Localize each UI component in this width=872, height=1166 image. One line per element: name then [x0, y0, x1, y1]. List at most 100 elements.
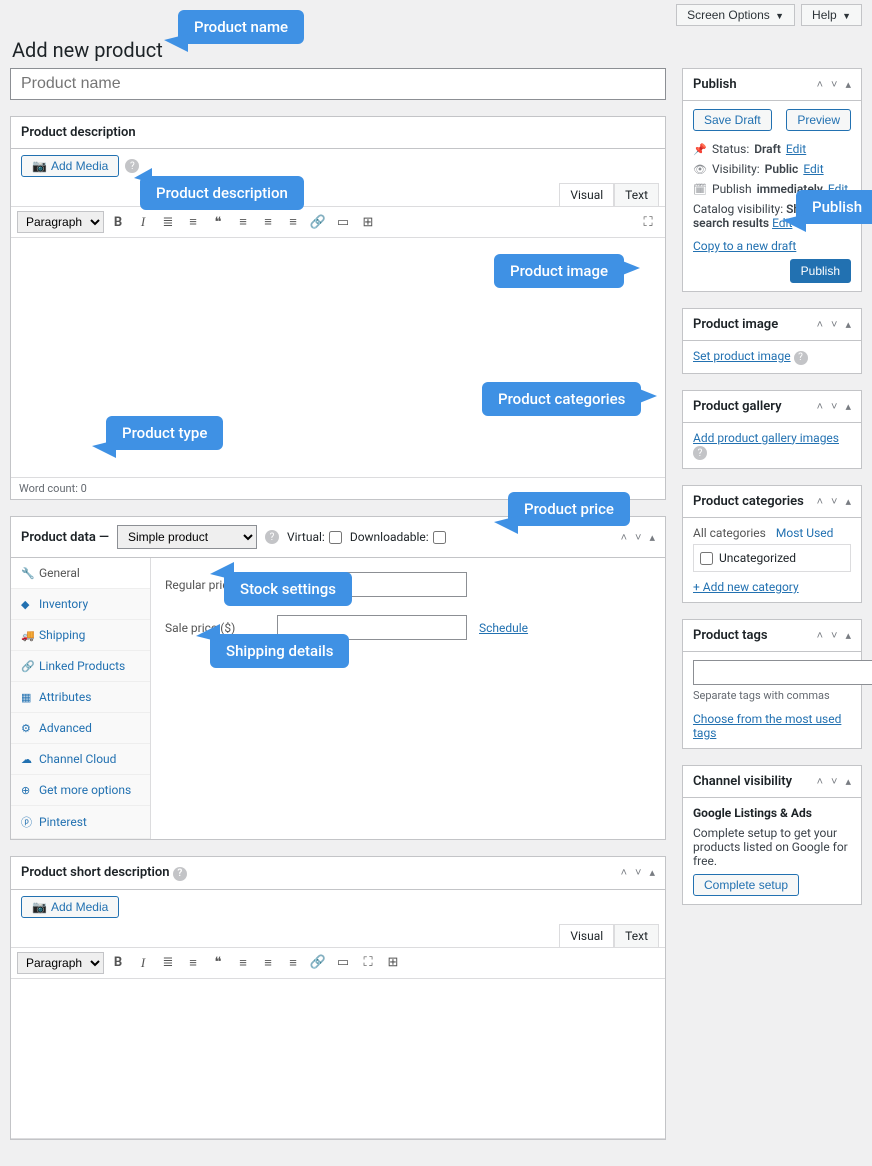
collapse-icon[interactable]: ˄ — [817, 629, 823, 642]
add-media-button-short[interactable]: 📷Add Media — [21, 896, 119, 918]
help-button[interactable]: Help ▼ — [801, 4, 862, 26]
help-icon[interactable]: ? — [125, 159, 139, 173]
downloadable-checkbox[interactable] — [433, 531, 446, 544]
move-up-icon[interactable]: ▴ — [649, 866, 655, 879]
more-icon[interactable]: ▭ — [332, 952, 354, 974]
fullscreen-icon[interactable]: ⛶ — [357, 952, 379, 974]
move-up-icon[interactable]: ▴ — [845, 629, 851, 642]
text-tab[interactable]: Text — [614, 183, 659, 206]
preview-button[interactable]: Preview — [786, 109, 851, 131]
edit-publish-link[interactable]: Edit — [828, 182, 848, 196]
visual-tab-short[interactable]: Visual — [559, 924, 614, 947]
visual-tab[interactable]: Visual — [559, 183, 614, 206]
bold-icon[interactable]: B — [107, 211, 129, 233]
move-down-icon[interactable]: ˅ — [831, 775, 837, 788]
align-center-icon[interactable]: ≡ — [257, 211, 279, 233]
tab-more-options[interactable]: ⊕Get more options — [11, 775, 150, 806]
short-description-title: Product short description ? — [21, 865, 187, 881]
move-down-icon[interactable]: ˅ — [831, 495, 837, 508]
save-draft-button[interactable]: Save Draft — [693, 109, 772, 131]
collapse-icon[interactable]: ˄ — [621, 531, 627, 544]
tab-attributes[interactable]: ▦Attributes — [11, 682, 150, 713]
copy-draft-link[interactable]: Copy to a new draft — [693, 239, 796, 253]
tab-general[interactable]: 🔧General — [11, 558, 150, 589]
screen-options-button[interactable]: Screen Options ▼ — [676, 4, 795, 26]
toolbar-toggle-icon[interactable]: ⊞ — [382, 952, 404, 974]
paragraph-select[interactable]: Paragraph — [17, 211, 104, 233]
move-down-icon[interactable]: ˅ — [831, 629, 837, 642]
tab-advanced[interactable]: ⚙Advanced — [11, 713, 150, 744]
collapse-icon[interactable]: ˄ — [621, 866, 627, 879]
all-categories-tab[interactable]: All categories — [693, 526, 766, 540]
choose-tags-link[interactable]: Choose from the most used tags — [693, 712, 841, 740]
move-down-icon[interactable]: ˅ — [831, 78, 837, 91]
align-right-icon[interactable]: ≡ — [282, 211, 304, 233]
publish-button[interactable]: Publish — [790, 259, 851, 283]
align-left-icon[interactable]: ≡ — [232, 211, 254, 233]
product-name-input[interactable] — [10, 68, 666, 100]
move-up-icon[interactable]: ▴ — [845, 318, 851, 331]
product-type-select[interactable]: Simple product — [117, 525, 257, 549]
collapse-icon[interactable]: ˄ — [817, 495, 823, 508]
collapse-icon[interactable]: ˄ — [817, 400, 823, 413]
edit-catalog-link[interactable]: Edit — [772, 216, 792, 230]
most-used-tab[interactable]: Most Used — [776, 526, 834, 540]
tab-inventory[interactable]: ◆Inventory — [11, 589, 150, 620]
collapse-icon[interactable]: ˄ — [817, 318, 823, 331]
edit-status-link[interactable]: Edit — [786, 142, 806, 156]
short-description-editor[interactable] — [11, 979, 665, 1139]
virtual-checkbox[interactable] — [329, 531, 342, 544]
italic-icon[interactable]: I — [132, 211, 154, 233]
bullet-list-icon[interactable]: ≣ — [157, 211, 179, 233]
move-down-icon[interactable]: ˅ — [635, 531, 641, 544]
more-icon[interactable]: ▭ — [332, 211, 354, 233]
add-media-button[interactable]: 📷Add Media — [21, 155, 119, 177]
move-down-icon[interactable]: ˅ — [635, 866, 641, 879]
help-icon[interactable]: ? — [693, 446, 707, 460]
move-up-icon[interactable]: ▴ — [845, 495, 851, 508]
collapse-icon[interactable]: ˄ — [817, 775, 823, 788]
align-left-icon[interactable]: ≡ — [232, 952, 254, 974]
link-icon[interactable]: 🔗 — [307, 952, 329, 974]
description-editor[interactable] — [11, 238, 665, 478]
tab-linked[interactable]: 🔗Linked Products — [11, 651, 150, 682]
number-list-icon[interactable]: ≡ — [182, 952, 204, 974]
word-count: Word count: 0 — [11, 478, 665, 499]
edit-visibility-link[interactable]: Edit — [803, 162, 823, 176]
regular-price-input[interactable] — [277, 572, 467, 597]
add-gallery-link[interactable]: Add product gallery images — [693, 431, 839, 445]
set-product-image-link[interactable]: Set product image — [693, 349, 791, 363]
align-center-icon[interactable]: ≡ — [257, 952, 279, 974]
move-down-icon[interactable]: ˅ — [831, 400, 837, 413]
tab-shipping[interactable]: 🚚Shipping — [11, 620, 150, 651]
schedule-link[interactable]: Schedule — [479, 621, 528, 635]
number-list-icon[interactable]: ≡ — [182, 211, 204, 233]
paragraph-select-short[interactable]: Paragraph — [17, 952, 104, 974]
link-icon[interactable]: 🔗 — [307, 211, 329, 233]
move-up-icon[interactable]: ▴ — [845, 78, 851, 91]
category-uncategorized[interactable]: Uncategorized — [700, 551, 844, 565]
help-icon[interactable]: ? — [173, 867, 187, 881]
tab-pinterest[interactable]: ⓟPinterest — [11, 806, 150, 839]
toolbar-toggle-icon[interactable]: ⊞ — [357, 211, 379, 233]
tab-channel-cloud[interactable]: ☁Channel Cloud — [11, 744, 150, 775]
add-new-category-link[interactable]: + Add new category — [693, 580, 799, 594]
fullscreen-icon[interactable]: ⛶ — [637, 211, 659, 233]
quote-icon[interactable]: ❝ — [207, 952, 229, 974]
bold-icon[interactable]: B — [107, 952, 129, 974]
sale-price-input[interactable] — [277, 615, 467, 640]
italic-icon[interactable]: I — [132, 952, 154, 974]
move-down-icon[interactable]: ˅ — [831, 318, 837, 331]
complete-setup-button[interactable]: Complete setup — [693, 874, 799, 896]
move-up-icon[interactable]: ▴ — [649, 531, 655, 544]
tag-input[interactable] — [693, 660, 872, 685]
help-icon[interactable]: ? — [265, 530, 279, 544]
quote-icon[interactable]: ❝ — [207, 211, 229, 233]
text-tab-short[interactable]: Text — [614, 924, 659, 947]
move-up-icon[interactable]: ▴ — [845, 400, 851, 413]
align-right-icon[interactable]: ≡ — [282, 952, 304, 974]
move-up-icon[interactable]: ▴ — [845, 775, 851, 788]
bullet-list-icon[interactable]: ≣ — [157, 952, 179, 974]
help-icon[interactable]: ? — [794, 351, 808, 365]
collapse-icon[interactable]: ˄ — [817, 78, 823, 91]
